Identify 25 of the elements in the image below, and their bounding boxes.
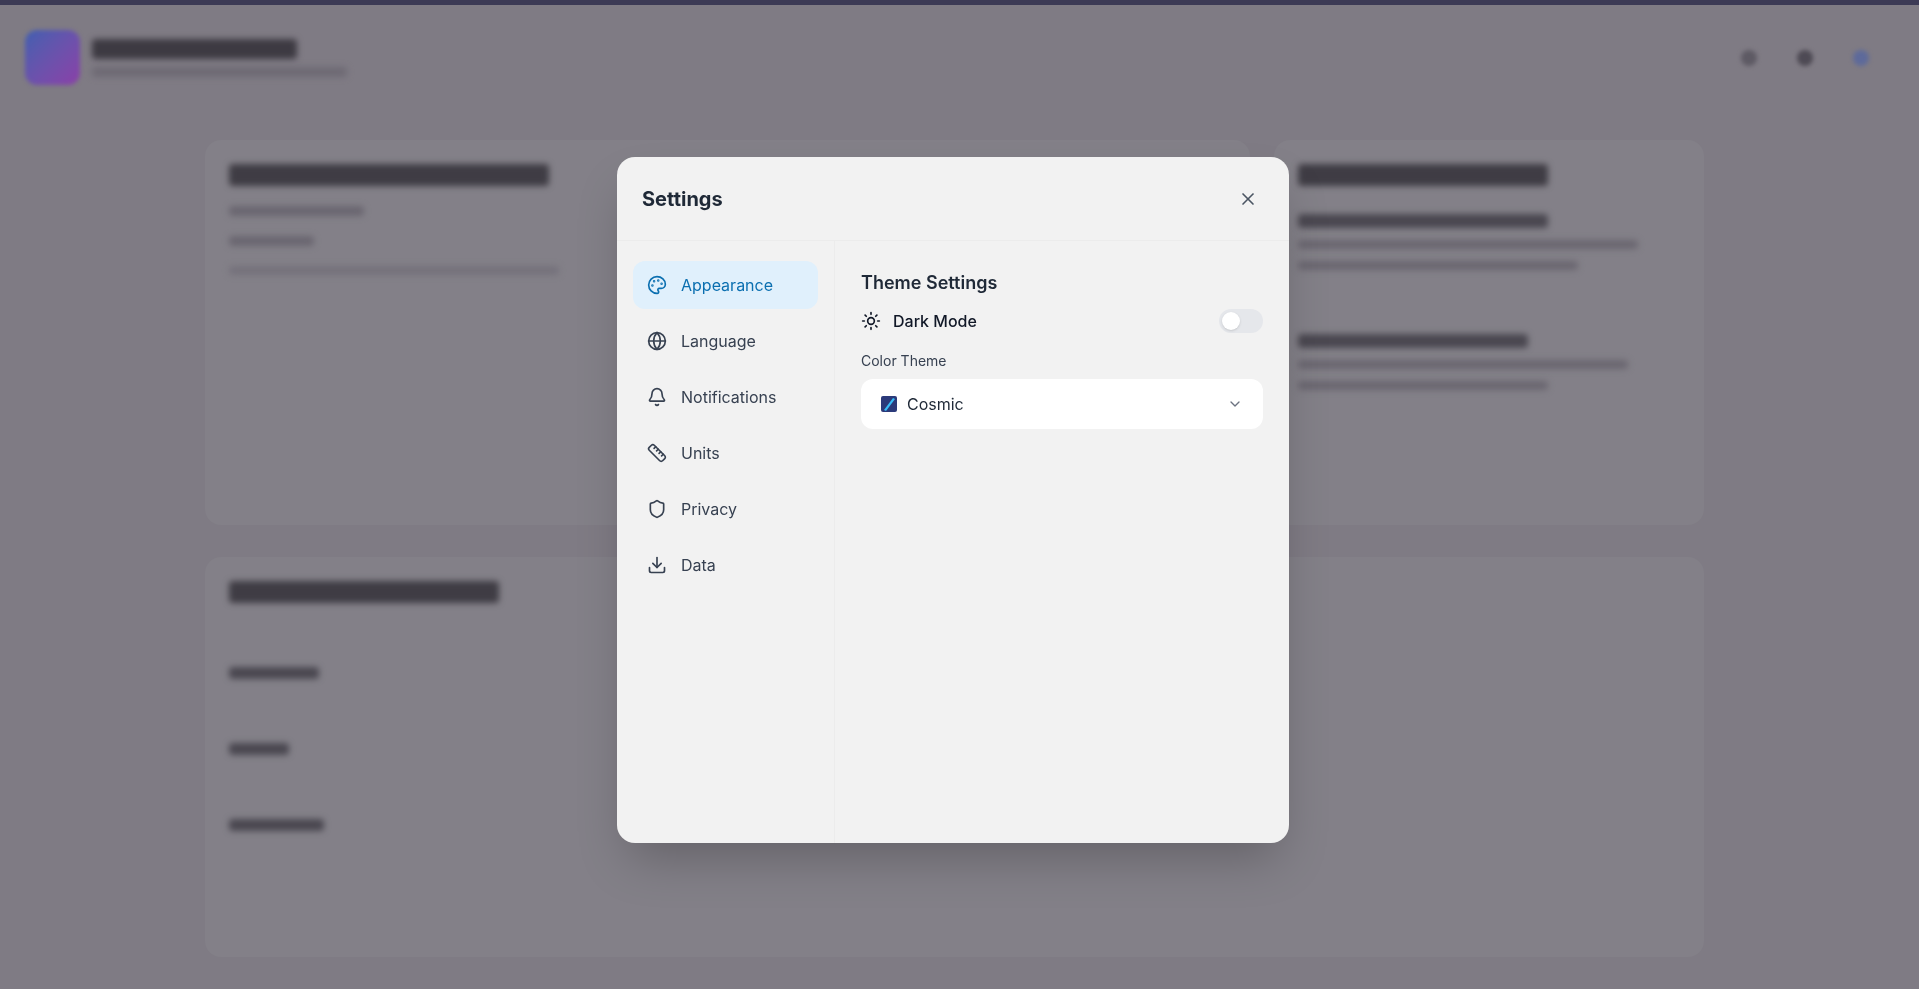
palette-icon xyxy=(647,275,667,295)
settings-nav-item[interactable]: Notifications xyxy=(633,373,818,421)
ruler-icon xyxy=(647,443,667,463)
blurred-icon xyxy=(1797,49,1813,66)
shield-icon xyxy=(647,499,667,519)
sun-icon xyxy=(861,311,881,331)
settings-nav-item[interactable]: Units xyxy=(633,429,818,477)
globe-icon xyxy=(647,331,667,351)
color-theme-select[interactable]: Cosmic xyxy=(861,379,1263,429)
setting-label: Dark Mode xyxy=(893,310,977,333)
dialog-title: Settings xyxy=(642,185,723,213)
dark-mode-toggle[interactable] xyxy=(1219,309,1263,333)
blurred-icon xyxy=(1741,49,1757,66)
field-label: Color Theme xyxy=(861,351,948,371)
settings-nav-item[interactable]: Language xyxy=(633,317,818,365)
blurred-text-bar xyxy=(229,743,289,755)
settings-nav-item[interactable]: Data xyxy=(633,541,818,589)
blurred-icon xyxy=(1853,49,1869,66)
settings-nav-item[interactable]: Privacy xyxy=(633,485,818,533)
blurred-logo xyxy=(25,30,80,85)
download-icon xyxy=(647,555,667,575)
theme-swatch-icon xyxy=(881,396,897,412)
section-title: Theme Settings xyxy=(861,271,999,295)
bell-icon xyxy=(647,387,667,407)
settings-nav-item[interactable]: Appearance xyxy=(633,261,818,309)
